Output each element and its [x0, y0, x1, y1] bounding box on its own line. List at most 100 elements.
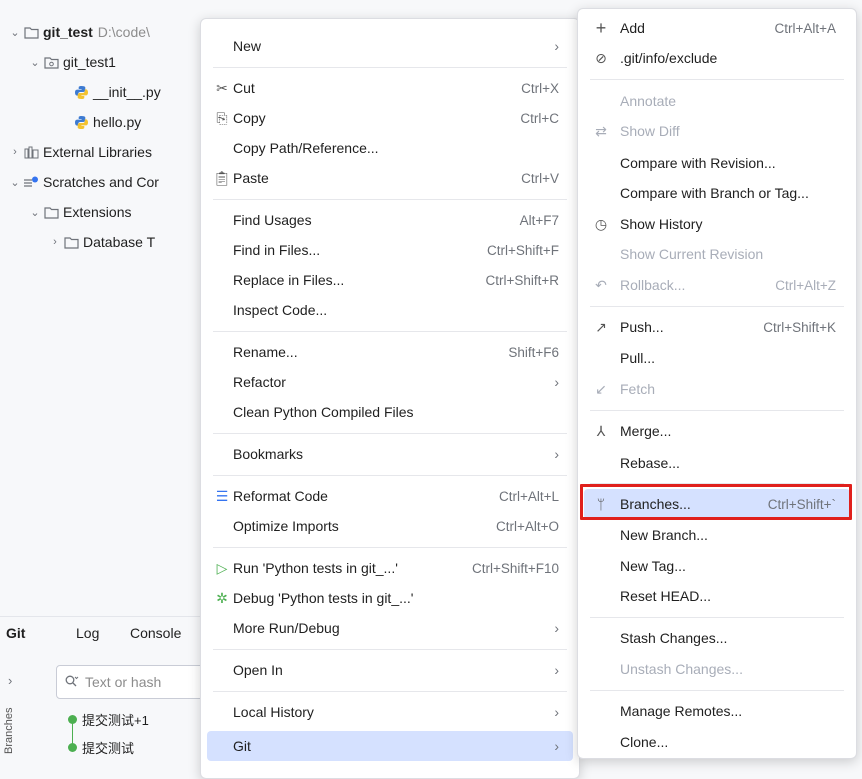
tab-log[interactable]: Log	[76, 625, 99, 641]
chevron-right-icon[interactable]: ›	[8, 673, 12, 688]
menu-item-label: Copy	[233, 110, 266, 126]
commit-node-icon	[68, 714, 77, 724]
git-menu-item-new-tag[interactable]: New Tag...	[584, 551, 850, 581]
git-menu-item-annotate[interactable]: Annotate	[584, 86, 850, 116]
commit-search-input[interactable]: Text or hash	[56, 665, 206, 699]
git-menu-item-pull[interactable]: Pull...	[584, 343, 850, 373]
menu-item-open-in[interactable]: Open In ›	[207, 655, 573, 685]
python-file-icon	[72, 115, 90, 130]
git-menu-item-merge[interactable]: ⅄ Merge...	[584, 416, 850, 446]
commit-row[interactable]: 提交测试	[68, 736, 134, 758]
git-menu-item-push[interactable]: ↗ Push... Ctrl+Shift+K	[584, 312, 850, 342]
git-menu-item-rollback[interactable]: ↶ Rollback... Ctrl+Alt+Z	[584, 270, 850, 300]
menu-item-optimize-imports[interactable]: Optimize Imports Ctrl+Alt+O	[207, 511, 573, 541]
chevron-down-icon[interactable]: ⌄	[28, 206, 42, 219]
chevron-down-icon[interactable]: ⌄	[8, 176, 22, 189]
chevron-right-icon: ›	[554, 738, 559, 754]
menu-item-run-tests[interactable]: ▷ Run 'Python tests in git_...' Ctrl+Shift…	[207, 553, 573, 583]
menu-item-local-history[interactable]: Local History ›	[207, 697, 573, 727]
menu-item-reformat-code[interactable]: ☰ Reformat Code Ctrl+Alt+L	[207, 481, 573, 511]
menu-item-label: Fetch	[620, 381, 656, 397]
copy-icon: ⎘	[216, 109, 228, 126]
tab-git[interactable]: Git	[6, 625, 25, 641]
highlight-annotation	[580, 484, 852, 520]
branches-side-tab[interactable]: Branches	[3, 708, 15, 754]
chevron-right-icon[interactable]: ›	[8, 146, 22, 158]
menu-item-git[interactable]: Git ›	[207, 731, 573, 761]
chevron-down-icon[interactable]: ⌄	[8, 26, 22, 39]
menu-item-more-run-debug[interactable]: More Run/Debug ›	[207, 613, 573, 643]
database-label: Database T	[83, 234, 156, 250]
menu-item-copy-path[interactable]: Copy Path/Reference...	[207, 133, 573, 163]
tree-file[interactable]: hello.py	[72, 110, 141, 134]
menu-item-copy[interactable]: ⎘ Copy Ctrl+C	[207, 103, 573, 133]
external-libraries-label: External Libraries	[43, 144, 152, 160]
menu-item-shortcut: Ctrl+Shift+R	[485, 272, 559, 288]
menu-item-bookmarks[interactable]: Bookmarks ›	[207, 439, 573, 469]
git-menu-item-clone[interactable]: Clone...	[584, 727, 850, 757]
git-menu-item-compare-branch[interactable]: Compare with Branch or Tag...	[584, 178, 850, 208]
chevron-down-icon[interactable]: ⌄	[28, 56, 42, 69]
git-menu-item-show-current-revision[interactable]: Show Current Revision	[584, 239, 850, 269]
menu-item-label: Reset HEAD...	[620, 588, 712, 604]
tree-scratches[interactable]: ⌄ Scratches and Cor	[8, 170, 159, 194]
chevron-right-icon: ›	[554, 38, 559, 54]
git-menu-item-manage-remotes[interactable]: Manage Remotes...	[584, 696, 850, 726]
tree-file[interactable]: __init__.py	[72, 80, 161, 104]
scissors-icon: ✂	[216, 79, 228, 96]
git-menu-item-exclude[interactable]: ⊘ .git/info/exclude	[584, 43, 850, 73]
git-menu-item-compare-revision[interactable]: Compare with Revision...	[584, 148, 850, 178]
library-icon	[22, 146, 40, 159]
menu-item-shortcut: Ctrl+X	[521, 80, 559, 96]
menu-item-label: Bookmarks	[233, 446, 304, 462]
menu-item-label: Debug 'Python tests in git_...'	[233, 590, 414, 606]
menu-item-paste[interactable]: 📋︎ Paste Ctrl+V	[207, 163, 573, 193]
search-placeholder: Text or hash	[85, 674, 162, 690]
menu-item-shortcut: Ctrl+Alt+O	[495, 518, 559, 534]
git-menu-item-stash[interactable]: Stash Changes...	[584, 623, 850, 653]
tree-database[interactable]: › Database T	[48, 230, 155, 254]
git-menu-item-unstash[interactable]: Unstash Changes...	[584, 654, 850, 684]
git-menu-item-show-diff[interactable]: ⇄ Show Diff	[584, 116, 850, 146]
menu-item-label: Local History	[233, 704, 314, 720]
git-menu-item-reset-head[interactable]: Reset HEAD...	[584, 581, 850, 611]
git-menu-item-new-branch[interactable]: New Branch...	[584, 520, 850, 550]
git-menu-item-rebase[interactable]: Rebase...	[584, 448, 850, 478]
menu-item-new[interactable]: New ›	[207, 31, 573, 61]
commit-message: 提交测试	[82, 740, 135, 756]
tree-module[interactable]: ⌄ git_test1	[28, 50, 116, 74]
menu-item-label: Compare with Revision...	[620, 155, 776, 171]
run-icon: ▷	[216, 559, 228, 576]
menu-item-label: Pull...	[620, 350, 656, 366]
git-menu-item-show-history[interactable]: ◷ Show History	[584, 209, 850, 239]
menu-item-find-usages[interactable]: Find Usages Alt+F7	[207, 205, 573, 235]
chevron-right-icon[interactable]: ›	[48, 236, 62, 248]
tree-root[interactable]: ⌄ git_test D:\code\	[8, 20, 150, 44]
menu-item-inspect-code[interactable]: Inspect Code...	[207, 295, 573, 325]
menu-item-clean-python[interactable]: Clean Python Compiled Files	[207, 397, 573, 427]
menu-item-replace-in-files[interactable]: Replace in Files... Ctrl+Shift+R	[207, 265, 573, 295]
menu-item-shortcut: Ctrl+V	[521, 170, 559, 186]
tab-console[interactable]: Console	[130, 625, 181, 641]
git-menu-item-add[interactable]: + Add Ctrl+Alt+A	[584, 13, 850, 43]
folder-icon	[22, 26, 40, 39]
chevron-right-icon: ›	[554, 662, 559, 678]
menu-item-debug-tests[interactable]: ✲ Debug 'Python tests in git_...'	[207, 583, 573, 613]
clock-icon: ◷	[594, 215, 608, 232]
menu-item-find-in-files[interactable]: Find in Files... Ctrl+Shift+F	[207, 235, 573, 265]
menu-item-shortcut: Alt+F7	[519, 212, 559, 228]
chevron-right-icon: ›	[554, 704, 559, 720]
menu-item-rename[interactable]: Rename... Shift+F6	[207, 337, 573, 367]
menu-item-refactor[interactable]: Refactor ›	[207, 367, 573, 397]
tree-extensions[interactable]: ⌄ Extensions	[28, 200, 131, 224]
commit-message: 提交测试+1	[82, 712, 149, 728]
root-path: D:\code\	[97, 24, 150, 40]
tree-external-libraries[interactable]: › External Libraries	[8, 140, 152, 164]
git-menu-item-fetch[interactable]: ↙ Fetch	[584, 374, 850, 404]
commit-row[interactable]: 提交测试+1	[68, 708, 149, 730]
menu-item-label: Show Current Revision	[620, 246, 764, 262]
menu-item-label: Git	[233, 738, 251, 754]
menu-item-label: Clean Python Compiled Files	[233, 404, 414, 420]
menu-item-cut[interactable]: ✂ Cut Ctrl+X	[207, 73, 573, 103]
folder-icon	[62, 236, 80, 249]
